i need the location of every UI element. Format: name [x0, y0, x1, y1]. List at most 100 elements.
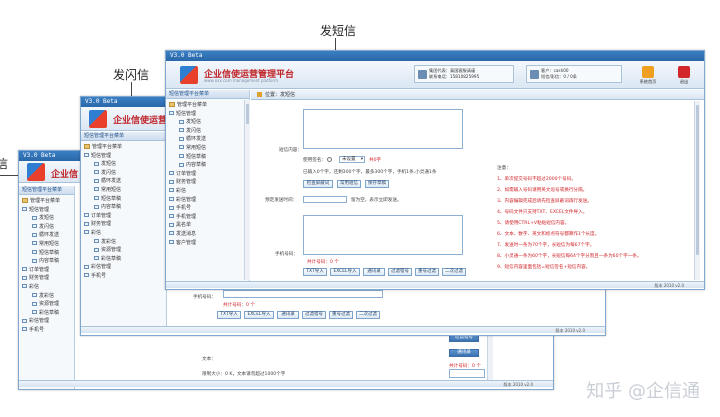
caption-send-sms: 发短信	[320, 24, 357, 38]
tree-phonebook-manage[interactable]: 手机管理	[169, 213, 246, 222]
tree-finance[interactable]: 财务管理	[22, 274, 71, 283]
tree-finance[interactable]: 财务管理	[169, 178, 246, 187]
tree-send-flash[interactable]: 发闪信	[84, 169, 163, 178]
common-sms-button[interactable]: 常用短信	[337, 180, 361, 188]
mid-addressbook-button[interactable]: 通讯录	[277, 311, 299, 319]
back-text-label: 文本：	[202, 357, 216, 362]
page-icon	[32, 293, 37, 298]
page-icon	[179, 154, 184, 159]
content-scrollbar[interactable]	[694, 101, 700, 280]
folder-icon	[169, 179, 174, 184]
tree-mms-resource[interactable]: 资源管理	[84, 246, 163, 255]
dedupe-button[interactable]: 重号过滤	[415, 268, 439, 276]
folder-icon	[169, 197, 174, 202]
tree-mms-resource[interactable]: 资源管理	[22, 300, 71, 309]
tree-phonebook[interactable]: 手机号	[84, 272, 163, 281]
brand-title: 企业信	[51, 170, 79, 180]
tree-order[interactable]: 订单管理	[22, 266, 71, 275]
tree-order[interactable]: 订单管理	[84, 212, 163, 221]
logo-icon	[27, 163, 45, 181]
folder-icon	[84, 144, 90, 149]
home-button[interactable]: 系统首页	[636, 65, 660, 85]
tree-loop[interactable]: 循环发送	[169, 135, 246, 144]
tree-send-sms[interactable]: 发短信	[84, 160, 163, 169]
tree-send-sms[interactable]: 发短信	[22, 214, 71, 223]
tree-order[interactable]: 订单管理	[169, 170, 246, 179]
mid-txt-button[interactable]: TXT导入	[217, 311, 241, 319]
tree-common[interactable]: 常用短信	[22, 240, 71, 249]
txt-import-button[interactable]: TXT导入	[303, 268, 327, 276]
exit-button[interactable]: 退出	[672, 65, 696, 85]
excel-import-button[interactable]: EXCEL导入	[330, 268, 360, 276]
location-bar: 位置：发短信	[251, 90, 704, 100]
tree-send-sms[interactable]: 发短信	[169, 118, 246, 127]
folder-icon	[169, 205, 174, 210]
tree-root[interactable]: 管理平台菜单	[84, 143, 163, 152]
tree-sms-manage[interactable]: 短信管理	[22, 206, 71, 215]
sms-content-textarea[interactable]	[303, 109, 463, 149]
tree-mms-manage[interactable]: 彩信管理	[84, 263, 163, 272]
page-icon	[179, 128, 184, 133]
tree-send-flash[interactable]: 发闪信	[169, 127, 246, 136]
tree-sent[interactable]: 发送消息	[169, 230, 246, 239]
sign-radio[interactable]	[327, 157, 332, 162]
tree-content-draft[interactable]: 内容草稿	[22, 257, 71, 266]
tree-lists[interactable]: 黑名单	[169, 221, 246, 230]
page-icon	[94, 256, 99, 261]
tree-draft[interactable]: 短信草稿	[169, 153, 246, 162]
tree-root[interactable]: 管理平台菜单	[22, 197, 71, 206]
addressbook-button[interactable]: 通讯录	[363, 268, 385, 276]
mid-excel-button[interactable]: EXCEL导入	[244, 311, 274, 319]
tree-mms-manage[interactable]: 彩信管理	[22, 317, 71, 326]
check-keyword-button[interactable]: 检查屏蔽词	[303, 180, 333, 188]
sign-select[interactable]: 未设置 ▾	[339, 156, 365, 163]
mid-dedupe-button[interactable]: 重号过滤	[329, 311, 353, 319]
save-draft-button[interactable]: 保存草稿	[365, 180, 389, 188]
phone-textarea[interactable]	[303, 215, 463, 255]
tree-send-mms[interactable]: 发彩信	[22, 292, 71, 301]
sidebar-scrollbar[interactable]	[244, 100, 250, 280]
tree-mms[interactable]: 彩信	[84, 229, 163, 238]
schedule-input[interactable]	[303, 196, 347, 203]
tree-phonebook[interactable]: 手机号	[169, 204, 246, 213]
tree-phonebook[interactable]: 手机号	[22, 326, 71, 335]
user-info: 客户：cash00 短信/彩信：0 / 0条	[526, 65, 622, 83]
tree-common[interactable]: 常用短信	[84, 186, 163, 195]
tree-send-flash[interactable]: 发闪信	[22, 223, 71, 232]
tree-send-mms[interactable]: 发彩信	[84, 238, 163, 247]
tree-loop[interactable]: 循环发送	[22, 231, 71, 240]
tree-content-draft[interactable]: 内容草稿	[84, 203, 163, 212]
mid-phone-box[interactable]	[223, 290, 383, 298]
tree-sms-manage[interactable]: 短信管理	[84, 152, 163, 161]
note-item: 7、发送时一条为70个字，长短信为每67个字。	[497, 243, 595, 248]
tree-mms[interactable]: 彩信	[22, 283, 71, 292]
tree-common[interactable]: 常用短信	[169, 144, 246, 153]
caption-send-flash: 发闪信	[113, 68, 150, 82]
tree-sms-manage[interactable]: 短信管理	[169, 110, 246, 119]
filter-error-button[interactable]: 过滤错号	[388, 268, 412, 276]
page-icon	[32, 224, 37, 229]
folder-icon	[169, 240, 174, 244]
watermark: 知乎 @企信通	[586, 381, 700, 402]
tree-draft[interactable]: 短信草稿	[84, 195, 163, 204]
page-icon	[94, 204, 99, 209]
back-phone-box[interactable]	[449, 369, 485, 378]
note-item: 9、短信内容里面包括=短信签名+短信内容。	[497, 265, 591, 270]
mid-phone-label: 手机号码：	[193, 295, 216, 300]
tree-mms-manage[interactable]: 彩信管理	[169, 196, 246, 205]
tree-root[interactable]: 管理平台菜单	[169, 101, 246, 110]
mid-filter-button[interactable]: 过滤错号	[302, 311, 326, 319]
folder-icon	[22, 327, 27, 332]
second-filter-button[interactable]: 二次过滤	[442, 268, 466, 276]
tree-finance[interactable]: 财务管理	[84, 220, 163, 229]
tree-customer[interactable]: 客户管理	[169, 239, 246, 248]
addressbook-button[interactable]: 通讯录	[449, 349, 479, 357]
tree-loop[interactable]: 循环发送	[84, 177, 163, 186]
tree-draft[interactable]: 短信草稿	[22, 249, 71, 258]
user-icon	[530, 70, 539, 79]
tree-content-draft[interactable]: 内容草稿	[169, 161, 246, 170]
tree-mms-draft[interactable]: 彩信草稿	[22, 309, 71, 318]
tree-mms[interactable]: 彩信	[169, 187, 246, 196]
tree-mms-draft[interactable]: 彩信草稿	[84, 255, 163, 264]
mid-second-button[interactable]: 二次过滤	[356, 311, 380, 319]
